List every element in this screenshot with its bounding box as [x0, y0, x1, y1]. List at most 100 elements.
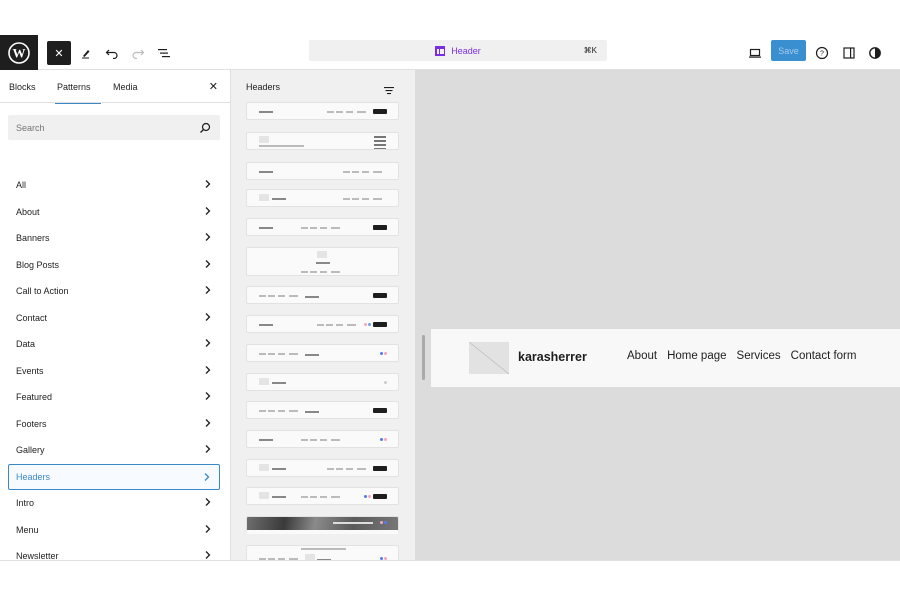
styles-button[interactable] [863, 41, 887, 65]
thumb-nav [346, 111, 353, 113]
nav-item-contact-form[interactable]: Contact form [791, 350, 857, 362]
pattern-preview-card[interactable] [246, 344, 399, 362]
close-inserter-button[interactable]: ✕ [47, 41, 71, 65]
thumb-nav [317, 324, 324, 326]
nav-item-home-page[interactable]: Home page [667, 350, 726, 362]
chevron-right-icon [205, 551, 211, 559]
thumb-nav [259, 353, 266, 355]
pattern-preview-card[interactable] [246, 401, 399, 419]
wordpress-logo-button[interactable]: W [0, 35, 38, 70]
tab-media[interactable]: Media [113, 70, 138, 103]
save-button[interactable]: Save [771, 40, 806, 61]
pattern-preview-card[interactable] [246, 247, 399, 276]
chevron-right-icon [205, 286, 211, 294]
thumb-nav [310, 496, 317, 498]
pattern-preview-card[interactable] [246, 102, 399, 120]
search-icon[interactable] [199, 121, 211, 139]
thumb-nav [278, 353, 285, 355]
category-item[interactable]: Contact [8, 305, 220, 331]
tab-blocks[interactable]: Blocks [9, 70, 36, 103]
pattern-preview-card[interactable] [246, 430, 399, 448]
header-preview[interactable]: karasherrer About Home page Services Con… [431, 329, 900, 387]
thumb-nav [346, 468, 353, 470]
thumb-brand [259, 227, 273, 229]
category-item[interactable]: Headers [8, 463, 220, 490]
category-label: Intro [16, 498, 35, 508]
thumb-logo [259, 464, 269, 471]
category-label: All [16, 180, 27, 190]
thumb-nav [352, 198, 359, 200]
pattern-preview-card[interactable] [246, 545, 399, 560]
wordpress-icon: W [8, 41, 30, 64]
thumb-logo [259, 492, 269, 499]
settings-sidebar-button[interactable] [837, 41, 861, 65]
pattern-preview-card[interactable] [246, 286, 399, 304]
category-item[interactable]: Intro [8, 490, 220, 516]
category-item[interactable]: Menu [8, 517, 220, 543]
thumb-brand [305, 296, 319, 298]
site-logo-placeholder[interactable] [469, 342, 509, 374]
thumb-nav [310, 439, 317, 441]
list-view-button[interactable] [152, 41, 176, 65]
chevron-right-icon [205, 392, 211, 400]
nav-item-about[interactable]: About [627, 350, 657, 362]
resize-handle[interactable] [422, 335, 425, 380]
help-button[interactable]: ? [810, 41, 834, 65]
template-part-icon [435, 45, 446, 56]
close-inserter-icon[interactable]: ✕ [209, 80, 218, 93]
category-item[interactable]: Featured [8, 384, 220, 410]
search-input[interactable] [8, 115, 188, 140]
category-label: Contact [16, 312, 48, 323]
divider [0, 560, 900, 561]
svg-text:?: ? [820, 51, 824, 58]
pattern-preview-card[interactable] [246, 132, 399, 150]
thumb-nav [327, 111, 334, 113]
thumb-dot [368, 495, 371, 498]
pattern-preview-card[interactable] [246, 315, 399, 333]
thumb-brand [259, 111, 273, 113]
category-item[interactable]: About [8, 199, 220, 225]
pattern-preview-card[interactable] [246, 516, 399, 534]
pattern-preview-card[interactable] [246, 218, 399, 236]
tab-patterns[interactable]: Patterns [55, 70, 100, 104]
thumb-nav [320, 496, 327, 498]
category-item[interactable]: Blog Posts [8, 252, 220, 278]
site-title[interactable]: karasherrer [518, 350, 587, 364]
pattern-preview-card[interactable] [246, 189, 399, 207]
category-item[interactable]: Newsletter [8, 543, 220, 560]
command-bar-label: Header [451, 45, 481, 56]
pattern-preview-card[interactable] [246, 162, 399, 180]
thumb-nav [357, 111, 366, 113]
thumb-btn [373, 225, 387, 230]
command-palette-button[interactable]: Header ⌘K [309, 40, 607, 61]
thumb-nav [259, 295, 266, 297]
undo-button[interactable] [100, 41, 124, 65]
thumb-nav [259, 145, 304, 147]
chevron-right-icon [205, 418, 211, 427]
pattern-preview-card[interactable] [246, 487, 399, 505]
category-item[interactable]: All [8, 172, 220, 198]
device-preview-button[interactable] [743, 41, 767, 65]
category-item[interactable]: Events [8, 358, 220, 384]
thumb-nav [331, 271, 340, 273]
category-item[interactable]: Footers [8, 411, 220, 437]
category-item[interactable]: Gallery [8, 437, 220, 463]
thumb-logo [259, 136, 269, 143]
category-item[interactable]: Data [8, 331, 220, 357]
category-label: About [16, 206, 40, 217]
thumb-nav [343, 171, 350, 173]
chevron-right-icon [205, 312, 211, 321]
category-item[interactable]: Call to Action [8, 278, 220, 304]
command-shortcut: ⌘K [583, 46, 597, 55]
thumb-logo [317, 251, 327, 258]
category-item[interactable]: Banners [8, 225, 220, 251]
redo-button[interactable] [126, 41, 150, 65]
thumb-dot [380, 521, 383, 524]
filter-icon[interactable] [383, 83, 395, 101]
tools-button[interactable] [74, 41, 98, 65]
pattern-preview-card[interactable] [246, 459, 399, 477]
thumb-nav [326, 324, 333, 326]
nav-item-services[interactable]: Services [737, 350, 781, 362]
pattern-preview-card[interactable] [246, 373, 399, 391]
chevron-right-icon [204, 472, 210, 481]
